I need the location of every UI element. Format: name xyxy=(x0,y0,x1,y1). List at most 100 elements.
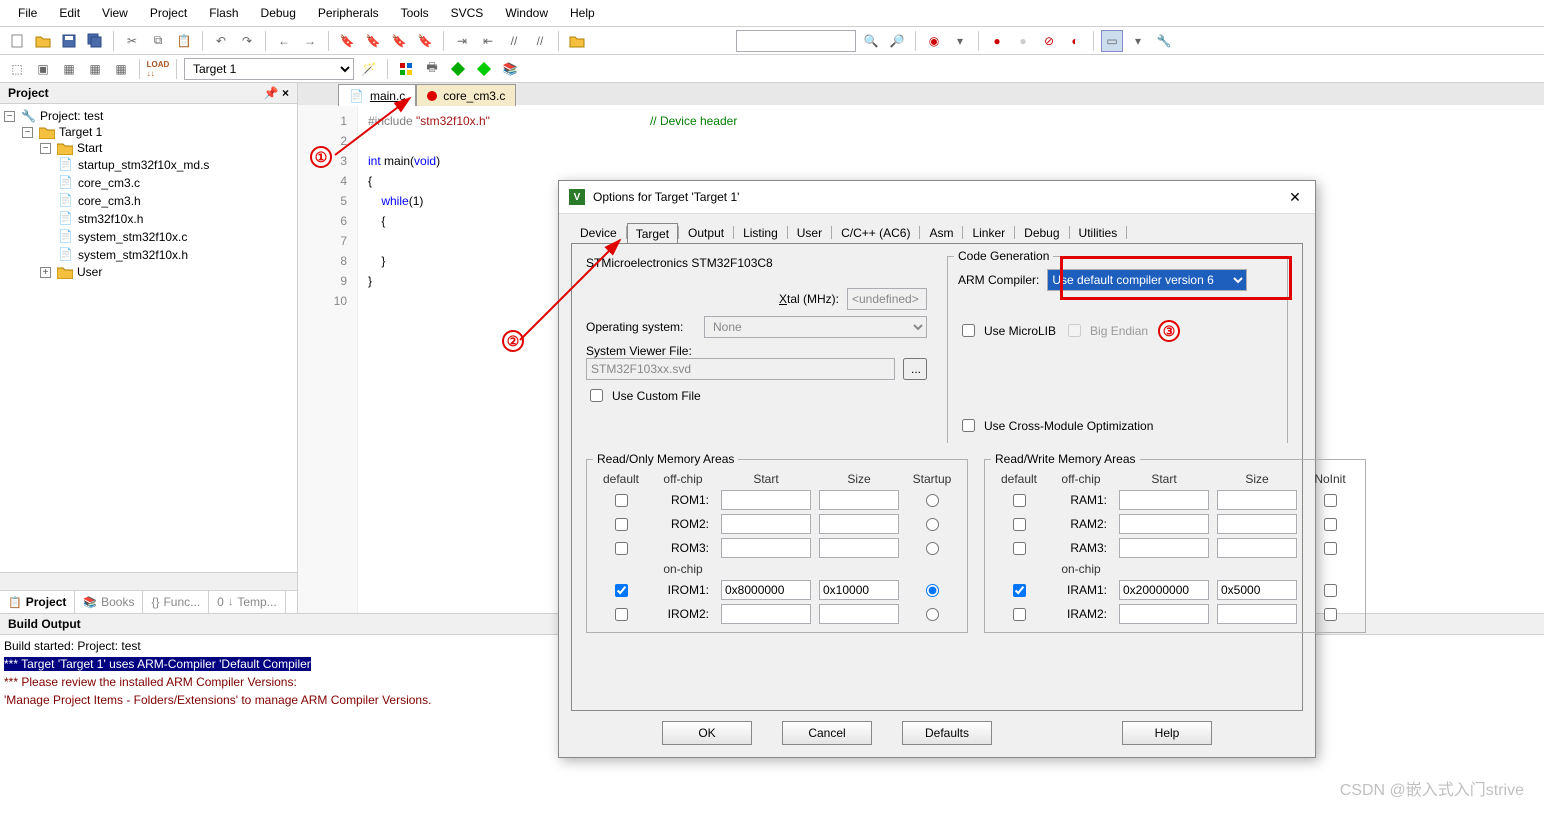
tab-utilities[interactable]: Utilities xyxy=(1070,222,1127,243)
comment-icon[interactable]: // xyxy=(503,30,525,52)
tab-output[interactable]: Output xyxy=(679,222,733,243)
irom2-start[interactable] xyxy=(721,604,811,624)
tab-linker[interactable]: Linker xyxy=(963,222,1014,243)
tree-collapse-icon[interactable]: − xyxy=(40,143,51,154)
books-icon[interactable]: 📚 xyxy=(499,58,521,80)
tab-listing[interactable]: Listing xyxy=(734,222,787,243)
menu-tools[interactable]: Tools xyxy=(391,4,439,22)
bookmark-clear-icon[interactable]: 🔖 xyxy=(414,30,436,52)
target-select[interactable]: Target 1 xyxy=(184,58,354,80)
tree-file[interactable]: core_cm3.h xyxy=(78,194,141,208)
save-all-icon[interactable] xyxy=(84,30,106,52)
rebuild-icon[interactable]: ▦ xyxy=(58,58,80,80)
rom2-size[interactable] xyxy=(819,514,899,534)
open-icon[interactable] xyxy=(32,30,54,52)
paste-icon[interactable]: 📋 xyxy=(173,30,195,52)
ram3-start[interactable] xyxy=(1119,538,1209,558)
new-icon[interactable] xyxy=(6,30,28,52)
tab-user[interactable]: User xyxy=(788,222,831,243)
iram1-noinit[interactable] xyxy=(1324,584,1337,597)
rom1-start[interactable] xyxy=(721,490,811,510)
breakpoint-enable-icon[interactable]: ◐ xyxy=(1064,30,1086,52)
editor-tab-main[interactable]: 📄 main.c xyxy=(338,84,416,106)
tree-file[interactable]: stm32f10x.h xyxy=(78,212,143,226)
tab-asm[interactable]: Asm xyxy=(920,222,962,243)
custom-file-check[interactable]: Use Custom File xyxy=(586,386,927,405)
menu-debug[interactable]: Debug xyxy=(251,4,306,22)
rom1-startup[interactable] xyxy=(926,494,939,507)
irom1-size[interactable] xyxy=(819,580,899,600)
project-tree[interactable]: −🔧 Project: test −Target 1 −Start 📄start… xyxy=(0,104,297,572)
tree-file[interactable]: system_stm32f10x.c xyxy=(78,230,187,244)
uncomment-icon[interactable]: // xyxy=(529,30,551,52)
editor-tab-corecm3[interactable]: core_cm3.c xyxy=(416,84,516,106)
tab-device[interactable]: Device xyxy=(571,222,626,243)
save-icon[interactable] xyxy=(58,30,80,52)
config-icon[interactable]: 🔧 xyxy=(1153,30,1175,52)
rom3-size[interactable] xyxy=(819,538,899,558)
cancel-button[interactable]: Cancel xyxy=(782,721,872,745)
scrollbar-horizontal[interactable] xyxy=(0,572,297,590)
irom2-default[interactable] xyxy=(615,608,628,621)
iram2-size[interactable] xyxy=(1217,604,1297,624)
nav-back-icon[interactable]: ← xyxy=(273,30,295,52)
rom1-default[interactable] xyxy=(615,494,628,507)
menu-project[interactable]: Project xyxy=(140,4,197,22)
menu-help[interactable]: Help xyxy=(560,4,605,22)
iram1-start[interactable] xyxy=(1119,580,1209,600)
tree-expand-icon[interactable]: + xyxy=(40,267,51,278)
rte-icon[interactable] xyxy=(473,58,495,80)
ram3-noinit[interactable] xyxy=(1324,542,1337,555)
pin-icon[interactable]: 📌 xyxy=(264,86,279,100)
tree-file[interactable]: system_stm32f10x.h xyxy=(78,248,188,262)
svf-browse-button[interactable]: ... xyxy=(903,358,927,380)
search-icon[interactable]: 🔍 xyxy=(860,30,882,52)
menu-window[interactable]: Window xyxy=(495,4,558,22)
tab-target[interactable]: Target xyxy=(627,223,678,244)
irom2-size[interactable] xyxy=(819,604,899,624)
project-tab-templates[interactable]: 0↓ Temp... xyxy=(209,591,286,613)
rom3-startup[interactable] xyxy=(926,542,939,555)
iram1-default[interactable] xyxy=(1013,584,1026,597)
window-icon[interactable]: ▭ xyxy=(1101,30,1123,52)
redo-icon[interactable]: ↷ xyxy=(236,30,258,52)
translate-icon[interactable]: ⬚ xyxy=(6,58,28,80)
ram2-start[interactable] xyxy=(1119,514,1209,534)
bookmark-prev-icon[interactable]: 🔖 xyxy=(362,30,384,52)
undo-icon[interactable]: ↶ xyxy=(210,30,232,52)
cut-icon[interactable]: ✂ xyxy=(121,30,143,52)
arm-compiler-select[interactable]: Use default compiler version 6 xyxy=(1047,269,1247,291)
outdent-icon[interactable]: ⇤ xyxy=(477,30,499,52)
ram2-noinit[interactable] xyxy=(1324,518,1337,531)
build-icon[interactable]: ▣ xyxy=(32,58,54,80)
ram1-noinit[interactable] xyxy=(1324,494,1337,507)
download-icon[interactable]: LOAD↓↓ xyxy=(147,58,169,80)
rom3-start[interactable] xyxy=(721,538,811,558)
bookmark-icon[interactable]: 🔖 xyxy=(336,30,358,52)
debug-start-icon[interactable]: ◉ xyxy=(923,30,945,52)
rom3-default[interactable] xyxy=(615,542,628,555)
copy-icon[interactable]: ⧉ xyxy=(147,30,169,52)
find-combo[interactable] xyxy=(736,30,856,52)
irom1-start[interactable] xyxy=(721,580,811,600)
menu-flash[interactable]: Flash xyxy=(199,4,248,22)
ok-button[interactable]: OK xyxy=(662,721,752,745)
defaults-button[interactable]: Defaults xyxy=(902,721,992,745)
nav-fwd-icon[interactable]: → xyxy=(299,30,321,52)
ram3-size[interactable] xyxy=(1217,538,1297,558)
options-icon[interactable]: 🪄 xyxy=(358,58,380,80)
rom2-startup[interactable] xyxy=(926,518,939,531)
pack-installer-icon[interactable] xyxy=(447,58,469,80)
close-panel-icon[interactable]: × xyxy=(282,86,289,100)
svf-input[interactable] xyxy=(586,358,895,380)
bookmark-next-icon[interactable]: 🔖 xyxy=(388,30,410,52)
ram1-start[interactable] xyxy=(1119,490,1209,510)
indent-icon[interactable]: ⇥ xyxy=(451,30,473,52)
manage-icon[interactable] xyxy=(395,58,417,80)
menu-peripherals[interactable]: Peripherals xyxy=(308,4,389,22)
irom1-default[interactable] xyxy=(615,584,628,597)
crossmod-check[interactable]: Use Cross-Module Optimization xyxy=(958,416,1277,435)
find-icon[interactable] xyxy=(566,30,588,52)
breakpoint-icon[interactable]: ● xyxy=(986,30,1008,52)
tree-collapse-icon[interactable]: − xyxy=(4,111,15,122)
